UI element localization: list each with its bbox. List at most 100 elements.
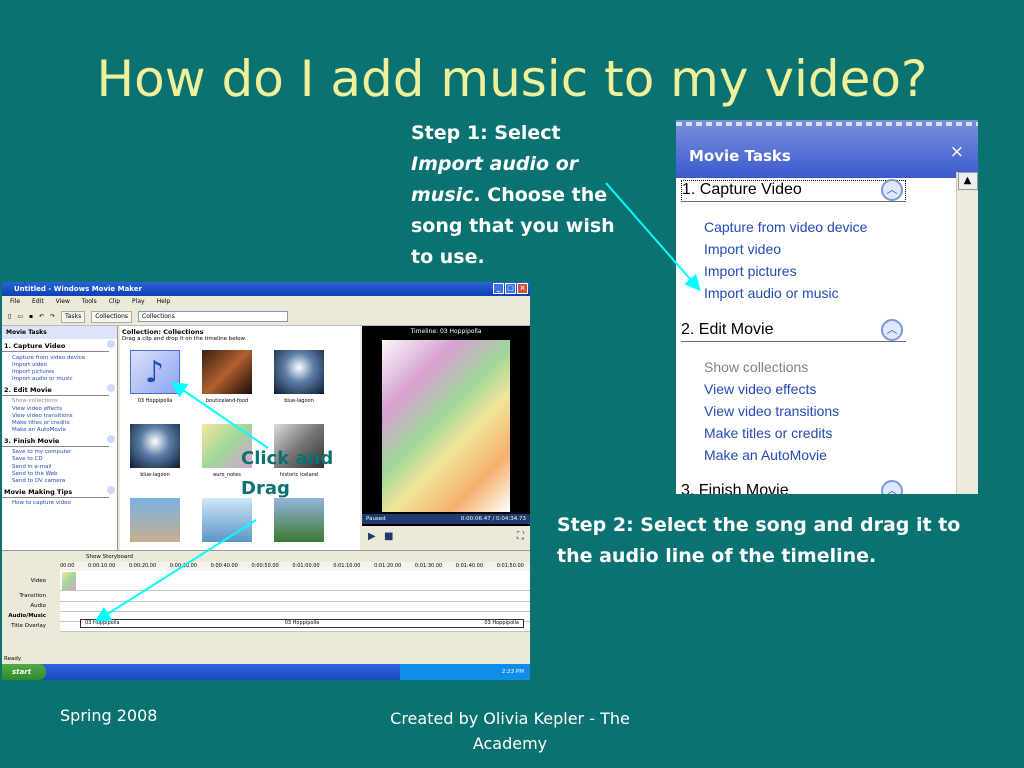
image-thumb[interactable]: [202, 350, 252, 394]
image-thumb[interactable]: [130, 424, 180, 468]
fullscreen-icon[interactable]: ⛶: [517, 531, 524, 542]
link-import-audio-or-music[interactable]: Import audio or music: [704, 285, 839, 301]
menu-help[interactable]: Help: [157, 296, 171, 308]
tasks-pane-header: Movie Tasks: [2, 326, 117, 339]
tasks-pane: Movie Tasks 1. Capture Video Capture fro…: [2, 326, 118, 550]
link-view-video-transitions[interactable]: View video transitions: [704, 403, 839, 419]
link-import-video[interactable]: Import video: [704, 241, 781, 257]
show-storyboard-button[interactable]: Show Storyboard: [86, 554, 133, 560]
start-button[interactable]: start: [2, 664, 46, 680]
collections-select[interactable]: Collections: [138, 311, 289, 322]
preview-image: [382, 340, 510, 512]
menu-clip[interactable]: Clip: [109, 296, 120, 308]
section-finish[interactable]: 3. Finish Movie: [2, 434, 115, 447]
task-link[interactable]: View video effects: [2, 405, 117, 412]
image-thumb[interactable]: [130, 498, 180, 542]
close-icon[interactable]: ×: [517, 283, 528, 294]
slide-title: How do I add music to my video?: [96, 50, 928, 108]
task-link[interactable]: Send to the Web: [2, 470, 117, 477]
chevron-icon[interactable]: [107, 383, 115, 392]
task-link[interactable]: View video transitions: [2, 412, 117, 419]
save-icon[interactable]: ▪: [29, 308, 33, 326]
transition-track[interactable]: [60, 591, 530, 602]
redo-icon[interactable]: ↷: [50, 308, 55, 326]
chevron-icon[interactable]: [107, 485, 115, 494]
footer-credit: Created by Olivia Kepler - The Academy: [390, 709, 630, 753]
open-icon[interactable]: ▭: [17, 308, 23, 326]
task-link[interactable]: Import pictures: [2, 368, 117, 375]
collection-title: Collection: Collections: [122, 328, 204, 336]
preview-title: Timeline: 03 Hoppipolla: [410, 328, 482, 335]
tasks-button[interactable]: Tasks: [61, 310, 86, 323]
task-link[interactable]: Send to DV camera: [2, 477, 117, 484]
maximize-icon[interactable]: □: [505, 283, 516, 294]
audio-track[interactable]: [60, 602, 530, 612]
toolbar: ▯ ▭ ▪ ↶ ↷ Tasks Collections Collections: [2, 308, 530, 326]
ruler-tick: 0:00:30.00: [169, 563, 197, 569]
ruler-tick: 0:00:20.00: [128, 563, 157, 569]
play-icon[interactable]: ▶: [368, 531, 376, 542]
scroll-up-icon[interactable]: ▲: [957, 172, 978, 190]
menu-play[interactable]: Play: [132, 296, 145, 308]
footer-date: Spring 2008: [60, 706, 158, 725]
image-thumb[interactable]: [274, 498, 324, 542]
menu-view[interactable]: View: [56, 296, 70, 308]
task-link[interactable]: Make an AutoMovie: [2, 427, 117, 434]
menu-edit[interactable]: Edit: [32, 296, 44, 308]
link-make-titles[interactable]: Make titles or credits: [704, 425, 832, 441]
task-link[interactable]: Send in e-mail: [2, 463, 117, 470]
close-icon[interactable]: ×: [950, 142, 964, 162]
menu-tools[interactable]: Tools: [82, 296, 97, 308]
task-link[interactable]: Save to CD: [2, 456, 117, 463]
new-icon[interactable]: ▯: [8, 308, 11, 326]
link-view-video-effects[interactable]: View video effects: [704, 381, 816, 397]
section-tips[interactable]: Movie Making Tips: [2, 485, 115, 498]
thumb-label: 03 Hoppipolla: [137, 398, 173, 404]
clip-label: 03 Hoppipolla: [85, 620, 120, 626]
link-import-pictures[interactable]: Import pictures: [704, 263, 797, 279]
task-link[interactable]: How to capture video: [2, 500, 117, 507]
section-edit-label: 2. Edit Movie: [4, 385, 52, 394]
link-show-collections: Show collections: [704, 359, 809, 375]
scrollbar[interactable]: ▲: [956, 172, 978, 494]
section-capture[interactable]: 1. Capture Video: [2, 339, 115, 352]
minimize-icon[interactable]: _: [493, 283, 504, 294]
task-link[interactable]: Capture from video device: [2, 354, 117, 361]
task-link[interactable]: Make titles or credits: [2, 419, 117, 426]
section-finish-movie[interactable]: 3. Finish Movie: [681, 482, 906, 494]
section-capture-video[interactable]: 1. Capture Video: [681, 180, 906, 202]
image-thumb[interactable]: [202, 498, 252, 542]
ruler-tick: 0:01:40.00: [455, 563, 484, 569]
thumb-label: bouticeland-food: [205, 398, 249, 404]
audio-clip-thumb[interactable]: ♪: [130, 350, 180, 394]
link-make-automovie[interactable]: Make an AutoMovie: [704, 447, 827, 463]
link-capture-from-device[interactable]: Capture from video device: [704, 219, 867, 235]
section-edit-movie[interactable]: 2. Edit Movie: [681, 321, 906, 342]
collections-button[interactable]: Collections: [91, 310, 133, 323]
task-link[interactable]: Save to my computer: [2, 449, 117, 456]
collapse-chevron-icon[interactable]: ︿: [881, 319, 903, 341]
video-track[interactable]: [60, 571, 530, 591]
clock: 2:23 PM: [501, 669, 524, 675]
chevron-icon[interactable]: [107, 340, 115, 348]
task-link[interactable]: Import audio or music: [2, 376, 117, 383]
chevron-icon[interactable]: [107, 434, 115, 443]
system-tray: 2:23 PM: [400, 664, 530, 680]
section-edit[interactable]: 2. Edit Movie: [2, 383, 115, 396]
ruler-tick: 0:00:50.00: [251, 563, 279, 569]
step1-text: Step 1: Select Import audio or music. Ch…: [411, 118, 631, 273]
track-label: Audio/Music: [8, 613, 46, 619]
stop-icon[interactable]: ■: [384, 531, 393, 542]
collapse-chevron-icon[interactable]: ︿: [881, 179, 903, 201]
timeline-ruler: 00:00 0:00:10.00 0:00:20.00 0:00:30.00 0…: [60, 562, 530, 571]
audio-clip-on-timeline[interactable]: 03 Hoppipolla 03 Hoppipolla 03 Hoppipoll…: [80, 619, 524, 628]
playback-controls: ▶ ■ ⛶: [362, 526, 530, 550]
task-link[interactable]: Import video: [2, 361, 117, 368]
image-thumb[interactable]: [274, 350, 324, 394]
ruler-tick: 0:00:40.00: [210, 563, 238, 569]
menu-file[interactable]: File: [10, 296, 20, 308]
undo-icon[interactable]: ↶: [39, 308, 44, 326]
video-clip[interactable]: [62, 572, 76, 590]
menu-bar: File Edit View Tools Clip Play Help: [2, 296, 530, 308]
window-titlebar: Untitled - Windows Movie Maker _ □ ×: [2, 282, 530, 296]
